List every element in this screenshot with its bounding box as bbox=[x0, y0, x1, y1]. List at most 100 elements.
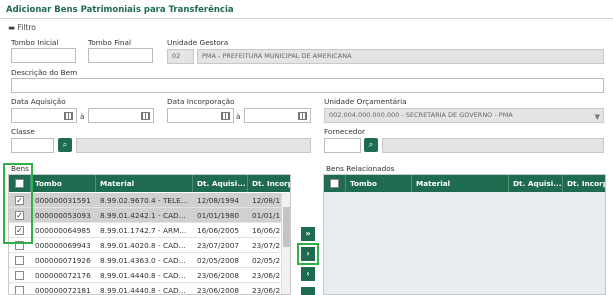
table-row[interactable]: 000000072181 8.99.01.4440.8 - CAD... 23/06… bbox=[9, 283, 281, 295]
cell-tombo: 000000069943 bbox=[35, 241, 91, 250]
column-header-dt-incorp[interactable]: Dt. Incorp. bbox=[563, 175, 605, 192]
cell-tombo: 000000064985 bbox=[35, 226, 91, 235]
column-header-material[interactable]: Material bbox=[96, 175, 193, 192]
cell-material: 8.99.01.4440.8 - CAD... bbox=[100, 271, 186, 280]
filter-section-toggle[interactable]: ▬ Filtro bbox=[8, 23, 36, 32]
cell-dt-aquisicao: 23/07/2007 bbox=[197, 241, 240, 250]
cell-dt-incorp: 02/05/2 bbox=[252, 256, 281, 265]
cell-tombo: 000000031591 bbox=[35, 196, 91, 205]
filter-label: Filtro bbox=[17, 23, 36, 32]
data-incorporacao-start-input[interactable] bbox=[167, 108, 234, 123]
bens-relacionados-table: Tombo Material Dt. Aquisi... Dt. Incorp. bbox=[323, 174, 606, 295]
cell-material: 8.99.01.4242.1 - CAD... bbox=[100, 211, 186, 220]
cell-dt-aquisicao: 23/06/2008 bbox=[197, 271, 240, 280]
bens-scrollbar[interactable] bbox=[281, 193, 290, 294]
data-incorporacao-end-input[interactable] bbox=[244, 108, 311, 123]
calendar-icon[interactable] bbox=[64, 112, 73, 120]
data-aquisicao-end-input[interactable] bbox=[88, 108, 154, 123]
column-header-dt-aquisicao[interactable]: Dt. Aquisi... bbox=[193, 175, 248, 192]
cell-material: 8.99.01.1742.7 - ARM... bbox=[100, 226, 187, 235]
highlight-checkboxes bbox=[3, 163, 33, 244]
unidade-orcamentaria-select[interactable]: 002.004.000.000.000 - SECRETARIA DE GOVE… bbox=[324, 108, 604, 123]
column-header-dt-aquisicao[interactable]: Dt. Aquisi... bbox=[509, 175, 563, 192]
table-row[interactable]: 000000072176 8.99.01.4440.8 - CAD... 23/06… bbox=[9, 268, 281, 283]
title-divider bbox=[0, 18, 613, 19]
search-icon: ⌕ bbox=[368, 140, 374, 149]
fornecedor-input[interactable] bbox=[324, 138, 361, 153]
fornecedor-search-button[interactable]: ⌕ bbox=[364, 138, 378, 152]
cell-tombo: 000000072181 bbox=[35, 286, 91, 295]
unidade-orcamentaria-value: 002.004.000.000.000 - SECRETARIA DE GOVE… bbox=[329, 111, 513, 119]
scrollbar-thumb[interactable] bbox=[283, 207, 290, 247]
calendar-icon[interactable] bbox=[298, 112, 307, 120]
cell-dt-incorp: 23/06/2 bbox=[252, 271, 281, 280]
bens-table-header: Tombo Material Dt. Aquisi... Dt. Incorp. bbox=[9, 175, 290, 192]
cell-dt-incorp: 23/07/2 bbox=[252, 241, 281, 250]
classe-input[interactable] bbox=[11, 138, 54, 153]
collapse-icon: ▬ bbox=[8, 23, 16, 32]
cell-dt-incorp: 12/08/1 bbox=[252, 196, 281, 205]
unidade-orcamentaria-label: Unidade Orçamentária bbox=[324, 97, 407, 106]
chevron-down-icon: ▼ bbox=[594, 113, 600, 121]
table-row[interactable]: ✓ 000000064985 8.99.01.1742.7 - ARM... 16/0… bbox=[9, 223, 281, 238]
remove-selected-button[interactable]: ‹ bbox=[301, 267, 315, 281]
data-aquisicao-label: Data Aquisição bbox=[11, 97, 66, 106]
fornecedor-label: Fornecedor bbox=[324, 127, 365, 136]
unidade-gestora-name: PMA - PREFEITURA MUNICIPAL DE AMERICANA bbox=[197, 49, 604, 64]
column-header-dt-incorp[interactable]: Dt. Incorp. bbox=[248, 175, 290, 192]
bens-table: Tombo Material Dt. Aquisi... Dt. Incorp.… bbox=[8, 174, 291, 295]
highlight-move-button bbox=[297, 243, 319, 265]
select-all-checkbox[interactable] bbox=[330, 179, 339, 188]
cell-material: 8.99.01.4363.0 - CAD... bbox=[100, 256, 186, 265]
cell-dt-aquisicao: 23/06/2008 bbox=[197, 286, 240, 295]
cell-dt-incorp: 23/06/2 bbox=[252, 286, 281, 295]
range-separator: à bbox=[80, 112, 85, 121]
column-header-tombo[interactable]: Tombo bbox=[31, 175, 96, 192]
tombo-final-input[interactable] bbox=[88, 48, 153, 63]
table-row[interactable]: 000000071926 8.99.01.4363.0 - CAD... 02/05… bbox=[9, 253, 281, 268]
descricao-input[interactable] bbox=[11, 78, 604, 93]
column-header-material[interactable]: Material bbox=[412, 175, 509, 192]
page-title: Adicionar Bens Patrimoniais para Transfe… bbox=[6, 5, 234, 15]
cell-tombo: 000000071926 bbox=[35, 256, 91, 265]
classe-search-button[interactable]: ⌕ bbox=[58, 138, 72, 152]
search-icon: ⌕ bbox=[62, 140, 68, 149]
bens-relacionados-label: Bens Relacionados bbox=[326, 164, 395, 173]
row-checkbox[interactable] bbox=[15, 256, 24, 265]
cell-dt-aquisicao: 01/01/1980 bbox=[197, 211, 240, 220]
unidade-gestora-label: Unidade Gestora bbox=[167, 38, 229, 47]
cell-dt-incorp: 16/06/2 bbox=[252, 226, 281, 235]
select-all-header bbox=[324, 175, 346, 192]
calendar-icon[interactable] bbox=[221, 112, 230, 120]
cell-tombo: 000000072176 bbox=[35, 271, 91, 280]
row-checkbox[interactable] bbox=[15, 271, 24, 280]
classe-description bbox=[76, 138, 311, 153]
calendar-icon[interactable] bbox=[141, 112, 150, 120]
relacionados-table-header: Tombo Material Dt. Aquisi... Dt. Incorp. bbox=[324, 175, 605, 192]
tombo-final-label: Tombo Final bbox=[88, 38, 132, 47]
fornecedor-description bbox=[382, 138, 604, 153]
cell-dt-aquisicao: 02/05/2008 bbox=[197, 256, 240, 265]
column-header-tombo[interactable]: Tombo bbox=[346, 175, 412, 192]
cell-dt-aquisicao: 12/08/1994 bbox=[197, 196, 240, 205]
move-all-button[interactable]: » bbox=[301, 227, 315, 241]
cell-material: 8.99.02.9670.4 - TELE... bbox=[100, 196, 188, 205]
table-row[interactable]: 000000069943 8.99.01.4020.8 - CAD... 23/07… bbox=[9, 238, 281, 253]
data-aquisicao-start-input[interactable] bbox=[11, 108, 77, 123]
remove-all-button[interactable] bbox=[301, 287, 315, 295]
cell-tombo: 000000053093 bbox=[35, 211, 91, 220]
tombo-inicial-label: Tombo Inicial bbox=[11, 38, 59, 47]
row-checkbox[interactable] bbox=[15, 286, 24, 294]
classe-label: Classe bbox=[11, 127, 35, 136]
table-row[interactable]: ✓ 000000053093 8.99.01.4242.1 - CAD... 01/0… bbox=[9, 208, 281, 223]
data-incorporacao-label: Data Incorporação bbox=[167, 97, 235, 106]
range-separator: à bbox=[236, 112, 241, 121]
tombo-inicial-input[interactable] bbox=[11, 48, 76, 63]
cell-material: 8.99.01.4020.8 - CAD... bbox=[100, 241, 186, 250]
cell-dt-incorp: 01/01/1 bbox=[252, 211, 281, 220]
unidade-gestora-code: 02 bbox=[167, 49, 194, 64]
cell-dt-aquisicao: 16/06/2005 bbox=[197, 226, 240, 235]
cell-material: 8.99.01.4440.8 - CAD... bbox=[100, 286, 186, 295]
descricao-label: Descrição do Bem bbox=[11, 68, 78, 77]
table-row[interactable]: ✓ 000000031591 8.99.02.9670.4 - TELE... 12/… bbox=[9, 193, 281, 208]
